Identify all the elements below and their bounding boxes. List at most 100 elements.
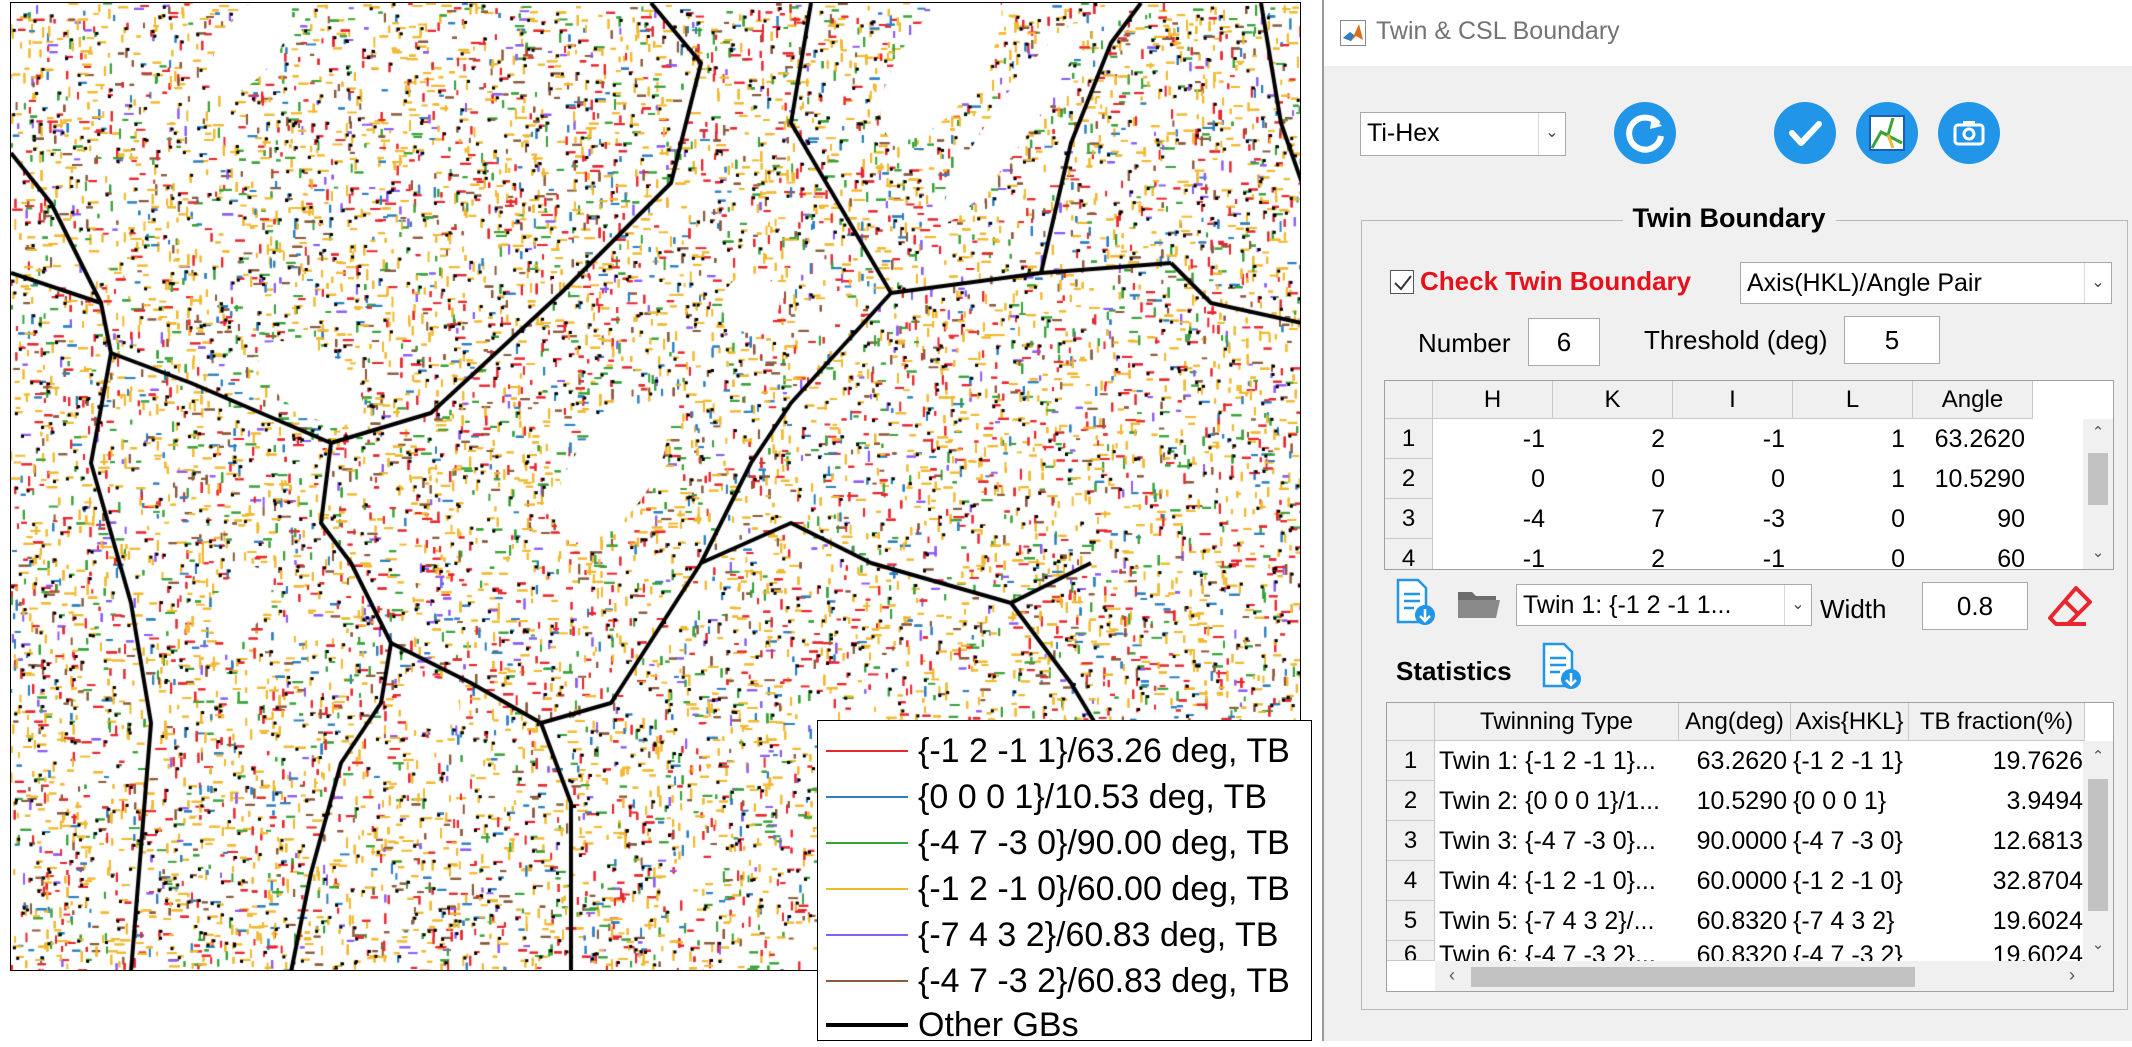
table-cell[interactable]: -4 <box>1433 499 1553 539</box>
table-cell[interactable]: 1 <box>1793 459 1913 499</box>
twin-parameter-table[interactable]: H K I L Angle 1 -1 2 -1 1 63.2620 2 0 0 … <box>1384 380 2114 570</box>
table-cell[interactable]: Twin 6: {-4 7 -3 2}... <box>1435 941 1679 961</box>
legend-label: {-7 4 3 2}/60.83 deg, TB <box>918 916 1279 954</box>
column-header[interactable]: I <box>1673 381 1793 419</box>
column-header[interactable]: Ang(deg) <box>1679 703 1791 741</box>
refresh-button[interactable] <box>1614 102 1676 164</box>
row-number: 5 <box>1387 901 1435 941</box>
table-cell[interactable]: 0 <box>1793 499 1913 539</box>
twin-csl-panel: Twin & CSL Boundary Ti-Hex ⌄ Twin Bounda… <box>1322 0 2132 1041</box>
material-select[interactable]: Ti-Hex ⌄ <box>1360 112 1566 156</box>
width-label: Width <box>1820 594 1887 624</box>
plot-boundary-button[interactable] <box>1856 102 1918 164</box>
table-cell[interactable]: -1 <box>1673 419 1793 459</box>
table-cell[interactable]: 0 <box>1433 459 1553 499</box>
check-twin-label[interactable]: Check Twin Boundary <box>1420 266 1691 297</box>
table-cell[interactable]: {-4 7 -3 0} <box>1791 821 1909 861</box>
table-cell[interactable]: Twin 4: {-1 2 -1 0}... <box>1435 861 1679 901</box>
table-cell[interactable]: {-4 7 -3 2} <box>1791 941 1909 961</box>
scroll-left-icon[interactable]: ‹ <box>1449 965 1455 986</box>
screenshot-button[interactable] <box>1938 102 2000 164</box>
threshold-input[interactable]: 5 <box>1844 316 1940 364</box>
number-label: Number <box>1418 328 1511 358</box>
scroll-thumb[interactable] <box>1471 967 1915 987</box>
table-cell[interactable]: 12.6813 <box>1909 821 2085 861</box>
statistics-table[interactable]: Twinning Type Ang(deg) Axis{HKL} TB frac… <box>1386 702 2114 992</box>
boundary-plot-icon <box>1869 115 1905 151</box>
open-folder-button[interactable] <box>1456 586 1502 622</box>
vertical-scrollbar[interactable]: ⌃ ⌄ <box>2083 419 2113 569</box>
number-input[interactable]: 6 <box>1528 318 1600 366</box>
table-cell[interactable]: -3 <box>1673 499 1793 539</box>
eraser-button[interactable] <box>2046 584 2094 630</box>
twin-select[interactable]: Twin 1: {-1 2 -1 1... ⌄ <box>1516 584 1812 626</box>
table-cell[interactable]: 0 <box>1673 459 1793 499</box>
table-cell[interactable]: 2 <box>1553 419 1673 459</box>
column-header[interactable]: TB fraction(%) <box>1909 703 2085 741</box>
legend-label: {0 0 0 1}/10.53 deg, TB <box>918 778 1268 816</box>
table-cell[interactable]: 60.8320 <box>1679 941 1791 961</box>
table-cell[interactable]: 19.6024 <box>1909 941 2085 961</box>
window-title: Twin & CSL Boundary <box>1376 17 1620 45</box>
scroll-up-icon[interactable]: ⌃ <box>2083 747 2113 765</box>
table-cell[interactable]: 10.5290 <box>1679 781 1791 821</box>
legend-swatch <box>826 1023 908 1027</box>
column-header[interactable]: Axis{HKL} <box>1791 703 1909 741</box>
table-cell[interactable]: 63.2620 <box>1913 419 2033 459</box>
table-cell[interactable]: 7 <box>1553 499 1673 539</box>
refresh-icon <box>1626 114 1664 153</box>
table-cell[interactable]: {-1 2 -1 1} <box>1791 741 1909 781</box>
table-cell[interactable]: 0 <box>1793 539 1913 569</box>
table-cell[interactable]: {0 0 0 1} <box>1791 781 1909 821</box>
table-cell[interactable]: 60.0000 <box>1679 861 1791 901</box>
table-cell[interactable]: 19.7626 <box>1909 741 2085 781</box>
column-header[interactable]: H <box>1433 381 1553 419</box>
table-cell[interactable]: Twin 2: {0 0 0 1}/1... <box>1435 781 1679 821</box>
apply-button[interactable] <box>1774 102 1836 164</box>
column-header[interactable]: Angle <box>1913 381 2033 419</box>
table-cell[interactable]: 19.6024 <box>1909 901 2085 941</box>
vertical-scrollbar[interactable]: ⌃ ⌄ <box>2083 741 2113 961</box>
horizontal-scrollbar[interactable]: ‹ › <box>1435 961 2113 991</box>
scroll-right-icon[interactable]: › <box>2069 965 2075 986</box>
scroll-thumb[interactable] <box>2088 779 2108 911</box>
table-cell[interactable]: -1 <box>1673 539 1793 569</box>
table-cell[interactable]: 90 <box>1913 499 2033 539</box>
table-cell[interactable]: 63.2620 <box>1679 741 1791 781</box>
table-cell[interactable]: 2 <box>1553 539 1673 569</box>
legend-label: {-4 7 -3 2}/60.83 deg, TB <box>918 962 1290 1000</box>
export-twin-button[interactable] <box>1394 578 1438 628</box>
chevron-down-icon: ⌄ <box>1538 113 1565 155</box>
column-header[interactable]: L <box>1793 381 1913 419</box>
matlab-icon <box>1340 20 1366 46</box>
legend-swatch <box>826 750 908 752</box>
row-number: 4 <box>1385 539 1433 569</box>
scroll-down-icon[interactable]: ⌄ <box>2083 543 2113 561</box>
table-cell[interactable]: Twin 5: {-7 4 3 2}/... <box>1435 901 1679 941</box>
mode-select[interactable]: Axis(HKL)/Angle Pair ⌄ <box>1740 262 2112 304</box>
column-header[interactable]: K <box>1553 381 1673 419</box>
table-cell[interactable]: 60.8320 <box>1679 901 1791 941</box>
table-cell[interactable]: 32.8704 <box>1909 861 2085 901</box>
table-cell[interactable]: {-7 4 3 2} <box>1791 901 1909 941</box>
table-cell[interactable]: Twin 3: {-4 7 -3 0}... <box>1435 821 1679 861</box>
table-cell[interactable]: 90.0000 <box>1679 821 1791 861</box>
table-cell[interactable]: Twin 1: {-1 2 -1 1}... <box>1435 741 1679 781</box>
scroll-up-icon[interactable]: ⌃ <box>2083 423 2113 441</box>
table-cell[interactable]: 60 <box>1913 539 2033 569</box>
export-statistics-button[interactable] <box>1540 642 1584 692</box>
table-cell[interactable]: -1 <box>1433 539 1553 569</box>
width-input[interactable]: 0.8 <box>1922 582 2028 630</box>
legend-label: {-4 7 -3 0}/90.00 deg, TB <box>918 824 1290 862</box>
table-cell[interactable]: -1 <box>1433 419 1553 459</box>
table-cell[interactable]: 3.9494 <box>1909 781 2085 821</box>
table-cell[interactable]: 10.5290 <box>1913 459 2033 499</box>
scroll-thumb[interactable] <box>2088 453 2108 505</box>
check-twin-checkbox[interactable] <box>1390 270 1414 294</box>
table-cell[interactable]: 0 <box>1553 459 1673 499</box>
scroll-down-icon[interactable]: ⌄ <box>2083 935 2113 953</box>
table-cell[interactable]: {-1 2 -1 0} <box>1791 861 1909 901</box>
map-legend: {-1 2 -1 1}/63.26 deg, TB {0 0 0 1}/10.5… <box>817 720 1312 1044</box>
column-header[interactable]: Twinning Type <box>1435 703 1679 741</box>
table-cell[interactable]: 1 <box>1793 419 1913 459</box>
